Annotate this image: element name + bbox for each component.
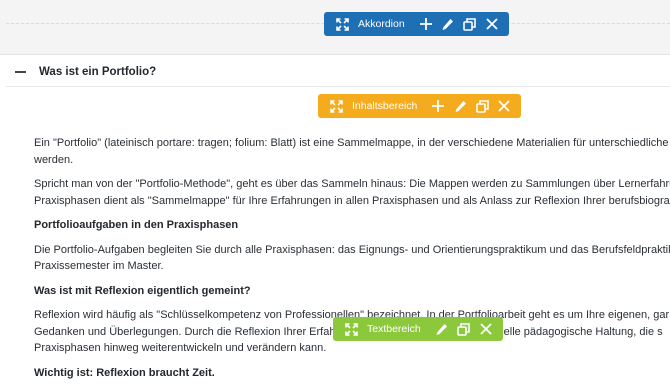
close-icon (498, 100, 511, 112)
section-heading: Was ist mit Reflexion eigentlich gemeint… (34, 284, 251, 297)
duplicate-button[interactable] (471, 95, 493, 117)
text-content: Ein "Portfolio" (lateinisch portare: tra… (34, 135, 670, 389)
close-icon (480, 323, 492, 335)
duplicate-icon (463, 17, 477, 31)
plus-icon (432, 100, 445, 112)
duplicate-icon (457, 322, 471, 336)
close-button[interactable] (481, 13, 503, 35)
paragraph: Spricht man von der "Portfolio-Methode",… (34, 178, 670, 207)
close-button[interactable] (475, 318, 497, 340)
paragraph: Ein "Portfolio" (lateinisch portare: tra… (34, 137, 669, 166)
accordion-toolbar-label: Akkordion (358, 18, 405, 30)
edit-button[interactable] (449, 95, 471, 117)
pencil-icon (442, 18, 454, 30)
add-button[interactable] (415, 13, 437, 35)
expand-icon[interactable] (340, 318, 362, 340)
pencil-icon (436, 323, 448, 335)
section-heading: Portfolioaufgaben in den Praxisphasen (34, 219, 239, 231)
accordion-item-title: Was ist ein Portfolio? (39, 66, 157, 78)
add-button[interactable] (427, 95, 449, 117)
content-area-toolbar-label: Inhaltsbereich (352, 100, 418, 112)
accordion-item-header[interactable]: Was ist ein Portfolio? (15, 66, 156, 78)
accordion-toolbar: Akkordion (324, 12, 509, 36)
text-area-toolbar: Textbereich (333, 317, 503, 341)
duplicate-icon (476, 99, 489, 113)
collapse-icon[interactable] (15, 71, 26, 73)
content-area-toolbar: Inhaltsbereich (318, 94, 522, 118)
pencil-icon (455, 100, 466, 112)
close-button[interactable] (493, 95, 515, 117)
plus-icon (419, 18, 432, 30)
text-area-toolbar-label: Textbereich (367, 323, 421, 335)
duplicate-button[interactable] (459, 13, 481, 35)
expand-icon[interactable] (325, 95, 347, 117)
expand-icon[interactable] (331, 13, 353, 35)
section-heading: Wichtig ist: Reflexion braucht Zeit. (34, 366, 215, 379)
paragraph: Die Portfolio-Aufgaben begleiten Sie dur… (34, 243, 670, 273)
duplicate-button[interactable] (453, 318, 475, 340)
edit-button[interactable] (431, 318, 453, 340)
close-icon (486, 18, 498, 30)
edit-button[interactable] (437, 13, 459, 35)
accordion-divider (6, 86, 670, 87)
